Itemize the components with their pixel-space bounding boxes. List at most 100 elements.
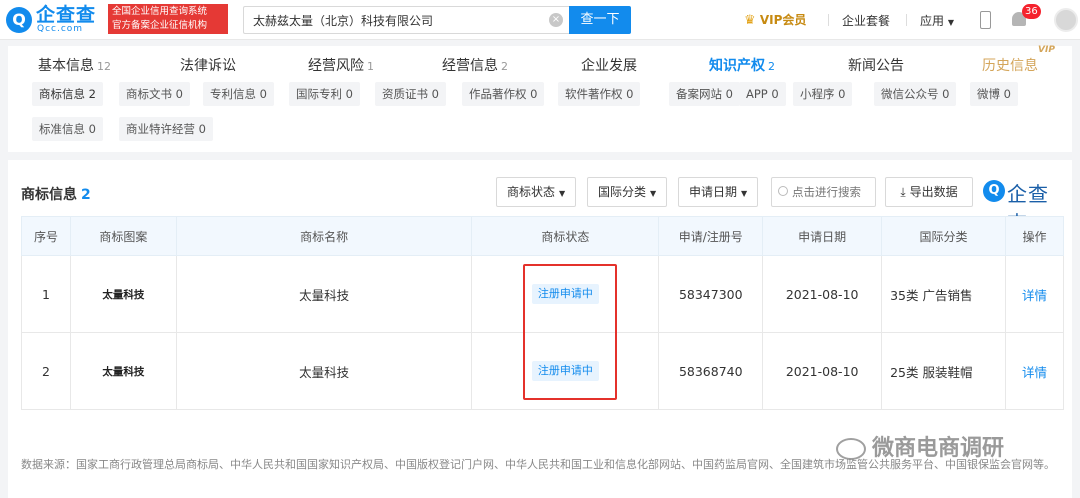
table-search-box (771, 177, 876, 207)
download-icon: ⤓ (900, 185, 906, 199)
tab-count: 2 (501, 60, 508, 73)
caret-down-icon: ▼ (650, 189, 657, 198)
subtag-software-copyright[interactable]: 软件著作权 0 (558, 82, 641, 106)
tab-label: 经营信息 (442, 58, 498, 74)
subtag-patent[interactable]: 专利信息 0 (203, 82, 274, 106)
subtag-trademark[interactable]: 商标信息 2 (32, 82, 103, 106)
tab-label: 知识产权 (709, 58, 765, 74)
table-header-row: 序号 商标图案 商标名称 商标状态 申请/注册号 申请日期 国际分类 操作 (21, 216, 1065, 256)
intl-class: 35类 广告销售 (881, 255, 1006, 333)
reg-number: 58347300 (658, 255, 764, 333)
intl-class: 25类 服装鞋帽 (881, 332, 1006, 410)
header-divider (828, 14, 829, 26)
subtag-wechat[interactable]: 微信公众号 0 (874, 82, 957, 106)
trademark-image[interactable]: 太量科技 (69, 332, 177, 410)
clear-icon[interactable]: × (549, 13, 563, 27)
logo-mark-icon: Q (6, 7, 32, 33)
subtag-weibo[interactable]: 微博 0 (970, 82, 1018, 106)
watermark: 微商电商调研 (836, 430, 1076, 466)
action-cell: 详情 (1004, 255, 1065, 333)
tab-label: 历史信息 (982, 58, 1038, 74)
tab-count: 1 (367, 60, 374, 73)
subtag-certificate[interactable]: 资质证书 0 (375, 82, 446, 106)
reg-number: 58368740 (658, 332, 764, 410)
apply-date: 2021-08-10 (762, 255, 883, 333)
filter-label: 申请日期 (689, 185, 738, 199)
tab-label: 法律诉讼 (180, 58, 236, 74)
vip-tag: VIP (1038, 45, 1055, 55)
caret-down-icon: ▼ (947, 18, 954, 27)
tab-history[interactable]: 历史信息 (982, 55, 1038, 75)
top-header: Q 企查查 Qcc.com 全国企业信用查询系统 官方备案企业征信机构 × 查一… (0, 0, 1080, 40)
subtag-standard[interactable]: 标准信息 0 (32, 117, 103, 141)
trademark-image-text: 太量科技 (102, 289, 145, 301)
subtag-mini-program[interactable]: 小程序 0 (793, 82, 853, 106)
tab-development[interactable]: 企业发展 (581, 55, 637, 75)
official-badge: 全国企业信用查询系统 官方备案企业征信机构 (108, 4, 228, 34)
search-button[interactable]: 查一下 (569, 6, 631, 34)
tab-business-risk[interactable]: 经营风险 1 (308, 55, 374, 75)
trademark-image-text: 太量科技 (102, 366, 145, 378)
company-search-input[interactable] (244, 7, 534, 33)
subtag-intl-patent[interactable]: 国际专利 0 (289, 82, 360, 106)
export-label: 导出数据 (909, 185, 958, 199)
mobile-app-icon[interactable] (980, 11, 991, 29)
subtag-website[interactable]: 备案网站 0 (669, 82, 740, 106)
detail-link[interactable]: 详情 (1022, 365, 1047, 380)
row-index: 1 (21, 255, 71, 333)
col-action: 操作 (1004, 216, 1065, 256)
tab-litigation[interactable]: 法律诉讼 (180, 55, 236, 75)
col-index: 序号 (21, 216, 71, 256)
filter-label: 国际分类 (598, 185, 647, 199)
qcc-logo[interactable]: Q 企查查 Qcc.com (6, 5, 106, 35)
enterprise-package-link[interactable]: 企业套餐 (842, 12, 890, 29)
logo-domain: Qcc.com (37, 24, 84, 34)
badge-line-1: 全国企业信用查询系统 (112, 6, 208, 17)
main-tabs: 基本信息 12 法律诉讼 经营风险 1 经营信息 2 企业发展 知识产权 2 新闻公告 … (8, 45, 1072, 82)
trademark-name[interactable]: 太量科技 (175, 332, 473, 410)
subtag-copyright-work[interactable]: 作品著作权 0 (462, 82, 545, 106)
caret-down-icon: ▼ (559, 189, 566, 198)
user-avatar[interactable] (1054, 8, 1078, 32)
tab-label: 企业发展 (581, 58, 637, 74)
company-search-box: × (243, 6, 569, 34)
apply-date: 2021-08-10 (762, 332, 883, 410)
search-icon (778, 186, 788, 196)
col-reg-no: 申请/注册号 (658, 216, 764, 256)
tab-intellectual-property[interactable]: 知识产权 2 (709, 55, 775, 75)
filter-apply-date[interactable]: 申请日期 ▼ (678, 177, 759, 207)
section-count: 2 (81, 187, 91, 203)
subtag-app[interactable]: APP 0 (739, 82, 786, 106)
col-date: 申请日期 (762, 216, 883, 256)
tab-basic-info[interactable]: 基本信息 12 (38, 55, 111, 75)
filter-label: 商标状态 (507, 185, 556, 199)
vip-member-link[interactable]: ♛ VIP会员 (744, 11, 806, 28)
tab-count: 2 (768, 60, 775, 73)
tab-news[interactable]: 新闻公告 (848, 55, 904, 75)
badge-line-2: 官方备案企业征信机构 (112, 20, 208, 31)
crown-icon: ♛ (744, 13, 756, 28)
trademark-image[interactable]: 太量科技 (69, 255, 177, 333)
wechat-icon (836, 438, 866, 460)
apps-label: 应用 (920, 14, 945, 28)
row-index: 2 (21, 332, 71, 410)
notification-count-badge: 36 (1022, 4, 1041, 19)
tab-label: 新闻公告 (848, 58, 904, 74)
export-button[interactable]: ⤓ 导出数据 (885, 177, 973, 207)
col-name: 商标名称 (175, 216, 473, 256)
col-image: 商标图案 (69, 216, 177, 256)
subtag-franchise[interactable]: 商业特许经营 0 (119, 117, 213, 141)
tab-label: 经营风险 (308, 58, 364, 74)
trademark-name[interactable]: 太量科技 (175, 255, 473, 333)
col-class: 国际分类 (881, 216, 1006, 256)
filter-intl-class[interactable]: 国际分类 ▼ (587, 177, 668, 207)
subtag-trademark-docs[interactable]: 商标文书 0 (119, 82, 190, 106)
tabs-card: 基本信息 12 法律诉讼 经营风险 1 经营信息 2 企业发展 知识产权 2 新闻公告 … (8, 45, 1072, 152)
vip-label: VIP会员 (759, 13, 807, 27)
caret-down-icon: ▼ (741, 189, 748, 198)
detail-link[interactable]: 详情 (1022, 288, 1047, 303)
tab-label: 基本信息 (38, 58, 94, 74)
filter-trademark-status[interactable]: 商标状态 ▼ (496, 177, 577, 207)
apps-menu[interactable]: 应用 ▼ (920, 12, 954, 29)
tab-business-info[interactable]: 经营信息 2 (442, 55, 508, 75)
